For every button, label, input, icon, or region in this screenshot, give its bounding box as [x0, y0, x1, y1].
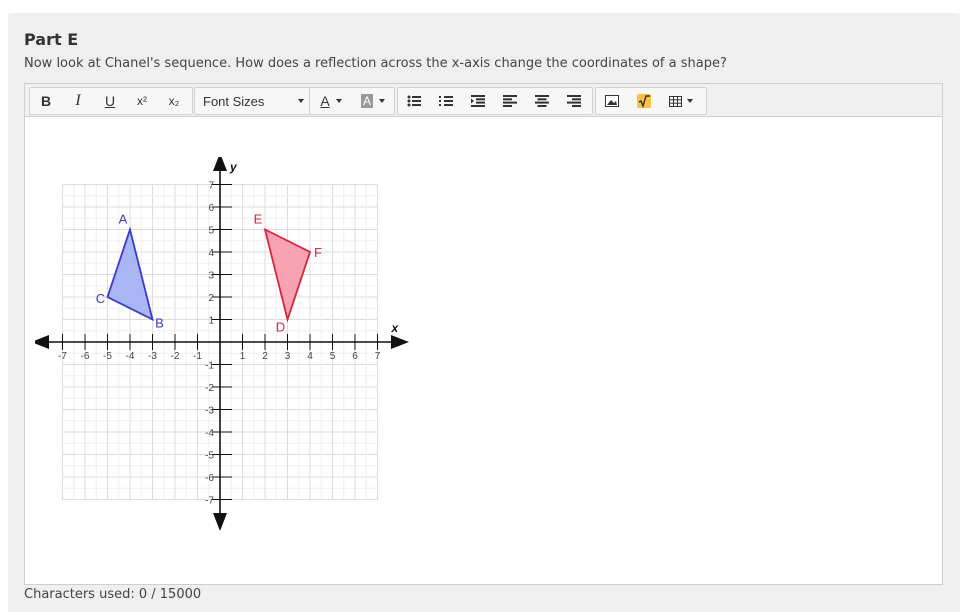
- x-tick-label: -1: [193, 351, 202, 362]
- background-color-icon: A: [360, 94, 373, 108]
- vertex-label-e: E: [254, 212, 263, 227]
- x-tick-label: -7: [58, 351, 67, 362]
- superscript-button[interactable]: x²: [126, 88, 158, 114]
- image-icon: [605, 95, 619, 107]
- indent-button[interactable]: [462, 88, 494, 114]
- vertex-label-a: A: [119, 212, 128, 227]
- x-tick-label: 7: [375, 351, 381, 362]
- x-axis-right-arrow-icon: [391, 335, 409, 349]
- y-tick-label: -6: [205, 473, 214, 484]
- x-tick-label: -2: [171, 351, 180, 362]
- align-right-icon: [567, 95, 581, 107]
- font-sizes-select[interactable]: Font Sizes: [194, 87, 312, 115]
- chevron-down-icon: [298, 99, 304, 103]
- vertex-label-b: B: [155, 316, 164, 331]
- y-tick-label: 3: [208, 271, 214, 282]
- italic-button[interactable]: I: [62, 88, 94, 114]
- align-center-button[interactable]: [526, 88, 558, 114]
- x-tick-label: 3: [285, 351, 291, 362]
- format-button-group: B I U x² x₂: [29, 87, 193, 115]
- numbered-list-icon: [439, 96, 453, 106]
- chevron-down-icon: [379, 99, 385, 103]
- bold-button[interactable]: B: [30, 88, 62, 114]
- character-count: Characters used: 0 / 15000: [24, 587, 202, 602]
- y-tick-label: -1: [205, 361, 214, 372]
- y-tick-label: -5: [205, 451, 214, 462]
- y-tick-label: -4: [205, 428, 214, 439]
- rich-text-editor: B I U x² x₂ Font Sizes A A x y -7 -6 -5 …: [24, 83, 943, 585]
- paragraph-button-group: [397, 87, 593, 115]
- x-tick-label: -6: [81, 351, 90, 362]
- x-axis-label: x: [391, 321, 400, 335]
- x-tick-label: -5: [103, 351, 112, 362]
- align-left-button[interactable]: [494, 88, 526, 114]
- insert-button-group: [595, 87, 707, 115]
- y-tick-label: 2: [208, 293, 214, 304]
- x-tick-label: 1: [240, 351, 246, 362]
- subscript-button[interactable]: x₂: [158, 88, 190, 114]
- insert-table-button[interactable]: [660, 88, 702, 114]
- y-axis-label: y: [229, 160, 238, 174]
- y-tick-label: 7: [208, 181, 214, 192]
- x-tick-label: 5: [330, 351, 336, 362]
- chevron-down-icon: [335, 99, 342, 103]
- insert-image-button[interactable]: [596, 88, 628, 114]
- vertex-label-f: F: [314, 245, 322, 260]
- y-tick-label: 1: [208, 316, 214, 327]
- background-color-button[interactable]: A: [352, 88, 394, 114]
- vertex-label-c: C: [96, 291, 105, 306]
- x-tick-label: -4: [126, 351, 135, 362]
- text-color-icon: A: [320, 93, 330, 109]
- y-tick-label: -3: [205, 406, 214, 417]
- indent-icon: [471, 95, 485, 107]
- chevron-down-icon: [687, 99, 693, 103]
- underline-button[interactable]: U: [94, 88, 126, 114]
- editor-toolbar: B I U x² x₂ Font Sizes A A: [25, 84, 942, 117]
- x-tick-label: 2: [262, 351, 268, 362]
- align-right-button[interactable]: [558, 88, 590, 114]
- color-button-group: A A: [309, 87, 395, 115]
- align-left-icon: [503, 95, 517, 107]
- table-icon: [669, 95, 682, 107]
- text-color-button[interactable]: A: [310, 88, 352, 114]
- y-axis-down-arrow-icon: [213, 513, 227, 531]
- bullet-list-icon: [407, 95, 421, 107]
- numbered-list-button[interactable]: [430, 88, 462, 114]
- y-axis-up-arrow-icon: [213, 157, 227, 171]
- part-title: Part E: [24, 30, 79, 49]
- x-tick-label: 4: [307, 351, 313, 362]
- font-sizes-label: Font Sizes: [203, 93, 265, 109]
- y-tick-label: -2: [205, 383, 214, 394]
- insert-math-button[interactable]: [628, 88, 660, 114]
- y-tick-label: -7: [205, 496, 214, 507]
- align-center-icon: [535, 95, 549, 107]
- question-text: Now look at Chanel's sequence. How does …: [24, 56, 727, 71]
- y-tick-label: 6: [208, 203, 214, 214]
- square-root-icon: [637, 94, 651, 108]
- x-tick-label: -3: [148, 351, 157, 362]
- vertex-label-d: D: [276, 320, 285, 335]
- y-tick-label: 5: [208, 226, 214, 237]
- bullet-list-button[interactable]: [398, 88, 430, 114]
- x-axis-left-arrow-icon: [35, 335, 49, 349]
- y-tick-label: 4: [208, 248, 214, 259]
- editor-content-area[interactable]: x y -7 -6 -5 -4 -3 -2 -1 1 2 3 4 5 6 7 7 6 5 4 3 2 1 -1 -2 -3 -4 -5…: [25, 117, 942, 584]
- coordinate-graph: x y -7 -6 -5 -4 -3 -2 -1 1 2 3 4 5 6 7 7 6 5 4 3 2 1 -1 -2 -3 -4 -5…: [35, 157, 409, 531]
- x-tick-label: 6: [352, 351, 358, 362]
